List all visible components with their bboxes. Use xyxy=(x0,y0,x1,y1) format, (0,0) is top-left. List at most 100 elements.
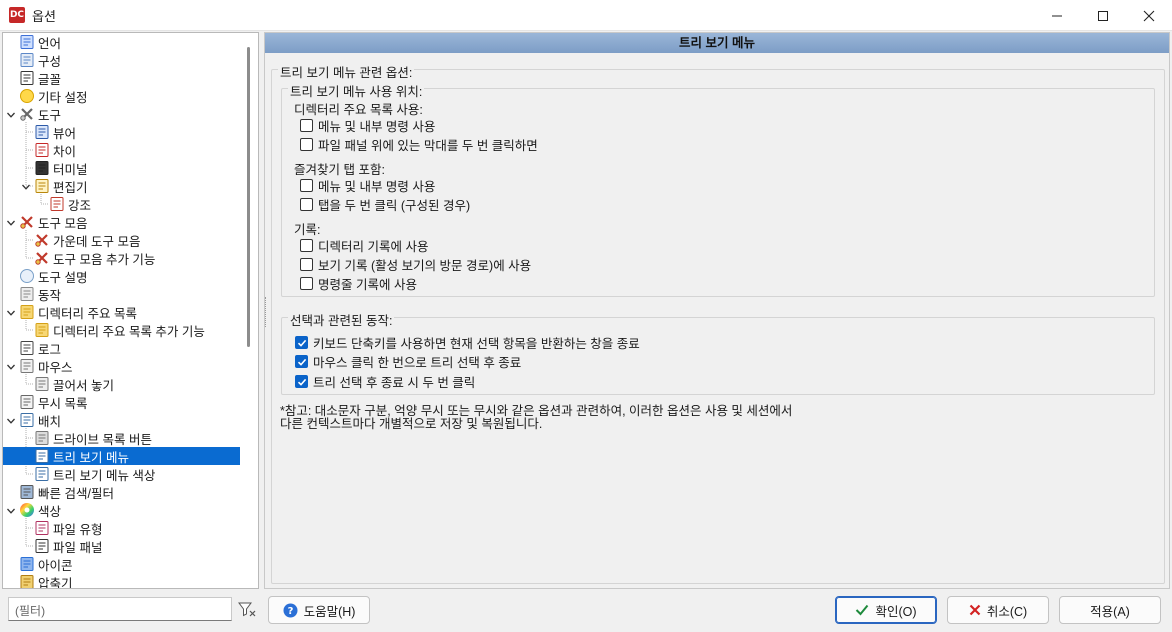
favtabs-menu-checkbox[interactable]: 메뉴 및 내부 명령 사용 xyxy=(300,176,435,195)
tree-item-24[interactable]: 트리 보기 메뉴 xyxy=(3,447,240,465)
tree-item-label: 도구 모음 추가 기능 xyxy=(53,252,156,267)
tree-item-18[interactable]: 로그 xyxy=(3,339,240,357)
checkbox-box[interactable] xyxy=(300,277,313,290)
checkbox-box[interactable] xyxy=(295,336,308,349)
tree-item-2[interactable]: 구성 xyxy=(3,51,240,69)
chevron-down-icon[interactable] xyxy=(6,109,16,119)
tree-item-label: 도구 모음 xyxy=(38,216,88,231)
smiley-icon xyxy=(19,88,35,104)
book-icon xyxy=(34,124,50,140)
tree-item-17[interactable]: 디렉터리 주요 목록 추가 기능 xyxy=(3,321,240,339)
tree-item-label: 드라이브 목록 버튼 xyxy=(53,432,152,447)
icons-icon xyxy=(19,556,35,572)
tree-item-21[interactable]: 무시 목록 xyxy=(3,393,240,411)
history-view-checkbox[interactable]: 보기 기록 (활성 보기의 방문 경로)에 사용 xyxy=(300,255,531,274)
checkbox-box[interactable] xyxy=(295,355,308,368)
tree-item-label: 트리 보기 메뉴 색상 xyxy=(53,468,156,483)
tree-item-16[interactable]: 디렉터리 주요 목록 xyxy=(3,303,240,321)
hotlist-menu-checkbox[interactable]: 메뉴 및 내부 명령 사용 xyxy=(300,116,435,135)
window-title: 옵션 xyxy=(32,8,56,24)
favtabs-dblclick-checkbox[interactable]: 탭을 두 번 클릭 (구성된 경우) xyxy=(300,195,470,214)
mouse-single-click-checkbox[interactable]: 마우스 클릭 한 번으로 트리 선택 후 종료 xyxy=(295,352,521,371)
history-cmd-checkbox[interactable]: 명령줄 기록에 사용 xyxy=(300,274,417,293)
tree-item-19[interactable]: 마우스 xyxy=(3,357,240,375)
checkmark-icon xyxy=(297,378,306,386)
tree-item-8[interactable]: 터미널 xyxy=(3,159,240,177)
checkbox-box[interactable] xyxy=(300,258,313,271)
options-tree[interactable]: 언어 구성 글꼴 기타 설정 도구 뷰어 차이터미널 편집기 강조도구 모음가운데 도구 모음도… xyxy=(2,32,259,589)
checkbox-label: 메뉴 및 내부 명령 사용 xyxy=(318,180,436,194)
tree-item-14[interactable]: 도구 설명 xyxy=(3,267,240,285)
minimize-button[interactable] xyxy=(1034,0,1080,31)
checkbox-label: 보기 기록 (활성 보기의 방문 경로)에 사용 xyxy=(318,259,532,273)
chevron-down-icon[interactable] xyxy=(6,361,16,371)
tree-item-22[interactable]: 배치 xyxy=(3,411,240,429)
history-dir-checkbox[interactable]: 디렉터리 기록에 사용 xyxy=(300,236,428,255)
checkbox-box[interactable] xyxy=(300,198,313,211)
filter-funnel-icon[interactable] xyxy=(238,601,256,617)
chevron-down-icon[interactable] xyxy=(6,415,16,425)
tree-item-31[interactable]: 압축기 xyxy=(3,573,240,588)
cancel-button[interactable]: 취소(C) xyxy=(947,596,1049,624)
tree-item-3[interactable]: 글꼴 xyxy=(3,69,240,87)
help-button[interactable]: ? 도움말(H) xyxy=(268,596,370,624)
tree-item-12[interactable]: 가운데 도구 모음 xyxy=(3,231,240,249)
flag-icon xyxy=(19,34,35,50)
tree-item-9[interactable]: 편집기 xyxy=(3,177,240,195)
toolbar-icon xyxy=(19,214,35,230)
ok-button[interactable]: 확인(O) xyxy=(835,596,937,624)
checkmark-icon xyxy=(297,358,306,366)
tree-item-10[interactable]: 강조 xyxy=(3,195,240,213)
filter-input[interactable]: (필터) xyxy=(8,597,232,621)
checkbox-box[interactable] xyxy=(300,179,313,192)
tree-item-15[interactable]: 동작 xyxy=(3,285,240,303)
tree-menu-options-legend: 트리 보기 메뉴 관련 옵션: xyxy=(278,62,415,81)
double-click-checkbox[interactable]: 트리 선택 후 종료 시 두 번 클릭 xyxy=(295,372,475,391)
checkbox-label: 마우스 클릭 한 번으로 트리 선택 후 종료 xyxy=(313,356,522,370)
minimize-icon xyxy=(1052,15,1062,16)
checkbox-label: 키보드 단축키를 사용하면 현재 선택 항목을 반환하는 창을 종료 xyxy=(313,337,640,351)
chevron-down-icon[interactable] xyxy=(6,307,16,317)
tree-item-20[interactable]: 끌어서 놓기 xyxy=(3,375,240,393)
tree-item-11[interactable]: 도구 모음 xyxy=(3,213,240,231)
tree-scrollbar[interactable] xyxy=(247,47,250,347)
tree-item-27[interactable]: 색상 xyxy=(3,501,240,519)
tree-item-label: 터미널 xyxy=(53,162,88,177)
apply-button[interactable]: 적용(A) xyxy=(1059,596,1161,624)
chevron-down-icon[interactable] xyxy=(6,217,16,227)
usage-location-legend: 트리 보기 메뉴 사용 위치: xyxy=(288,81,425,100)
tree-item-28[interactable]: 파일 유형 xyxy=(3,519,240,537)
tree-item-7[interactable]: 차이 xyxy=(3,141,240,159)
tree-item-label: 도구 설명 xyxy=(38,270,88,285)
tree-item-label: 배치 xyxy=(38,414,62,429)
tree-item-26[interactable]: 빠른 검색/필터 xyxy=(3,483,240,501)
tree-item-25[interactable]: 트리 보기 메뉴 색상 xyxy=(3,465,240,483)
checkbox-label: 명령줄 기록에 사용 xyxy=(318,278,417,292)
checkbox-box[interactable] xyxy=(300,239,313,252)
checkbox-box[interactable] xyxy=(300,138,313,151)
tree-item-6[interactable]: 뷰어 xyxy=(3,123,240,141)
hotlist-dblclick-checkbox[interactable]: 파일 패널 위에 있는 막대를 두 번 클릭하면 xyxy=(300,135,538,154)
tree-item-30[interactable]: 아이콘 xyxy=(3,555,240,573)
tree-item-label: 언어 xyxy=(38,36,62,51)
font-icon xyxy=(19,70,35,86)
tree-item-label: 마우스 xyxy=(38,360,73,375)
config-icon xyxy=(19,52,35,68)
tree-item-1[interactable]: 언어 xyxy=(3,33,240,51)
close-button[interactable] xyxy=(1126,0,1172,31)
panel-splitter[interactable] xyxy=(265,297,268,327)
maximize-button[interactable] xyxy=(1080,0,1126,31)
tree-item-23[interactable]: 드라이브 목록 버튼 xyxy=(3,429,240,447)
tree-item-5[interactable]: 도구 xyxy=(3,105,240,123)
tree-item-label: 트리 보기 메뉴 xyxy=(53,450,129,465)
tree-item-29[interactable]: 파일 패널 xyxy=(3,537,240,555)
checkbox-box[interactable] xyxy=(295,375,308,388)
checkbox-box[interactable] xyxy=(300,119,313,132)
tree-item-label: 가운데 도구 모음 xyxy=(53,234,141,249)
keyboard-shortcut-checkbox[interactable]: 키보드 단축키를 사용하면 현재 선택 항목을 반환하는 창을 종료 xyxy=(295,333,640,352)
chevron-down-icon[interactable] xyxy=(21,181,31,191)
tree-item-4[interactable]: 기타 설정 xyxy=(3,87,240,105)
tree-item-13[interactable]: 도구 모음 추가 기능 xyxy=(3,249,240,267)
apply-button-label: 적용(A) xyxy=(1090,604,1130,619)
chevron-down-icon[interactable] xyxy=(6,505,16,515)
